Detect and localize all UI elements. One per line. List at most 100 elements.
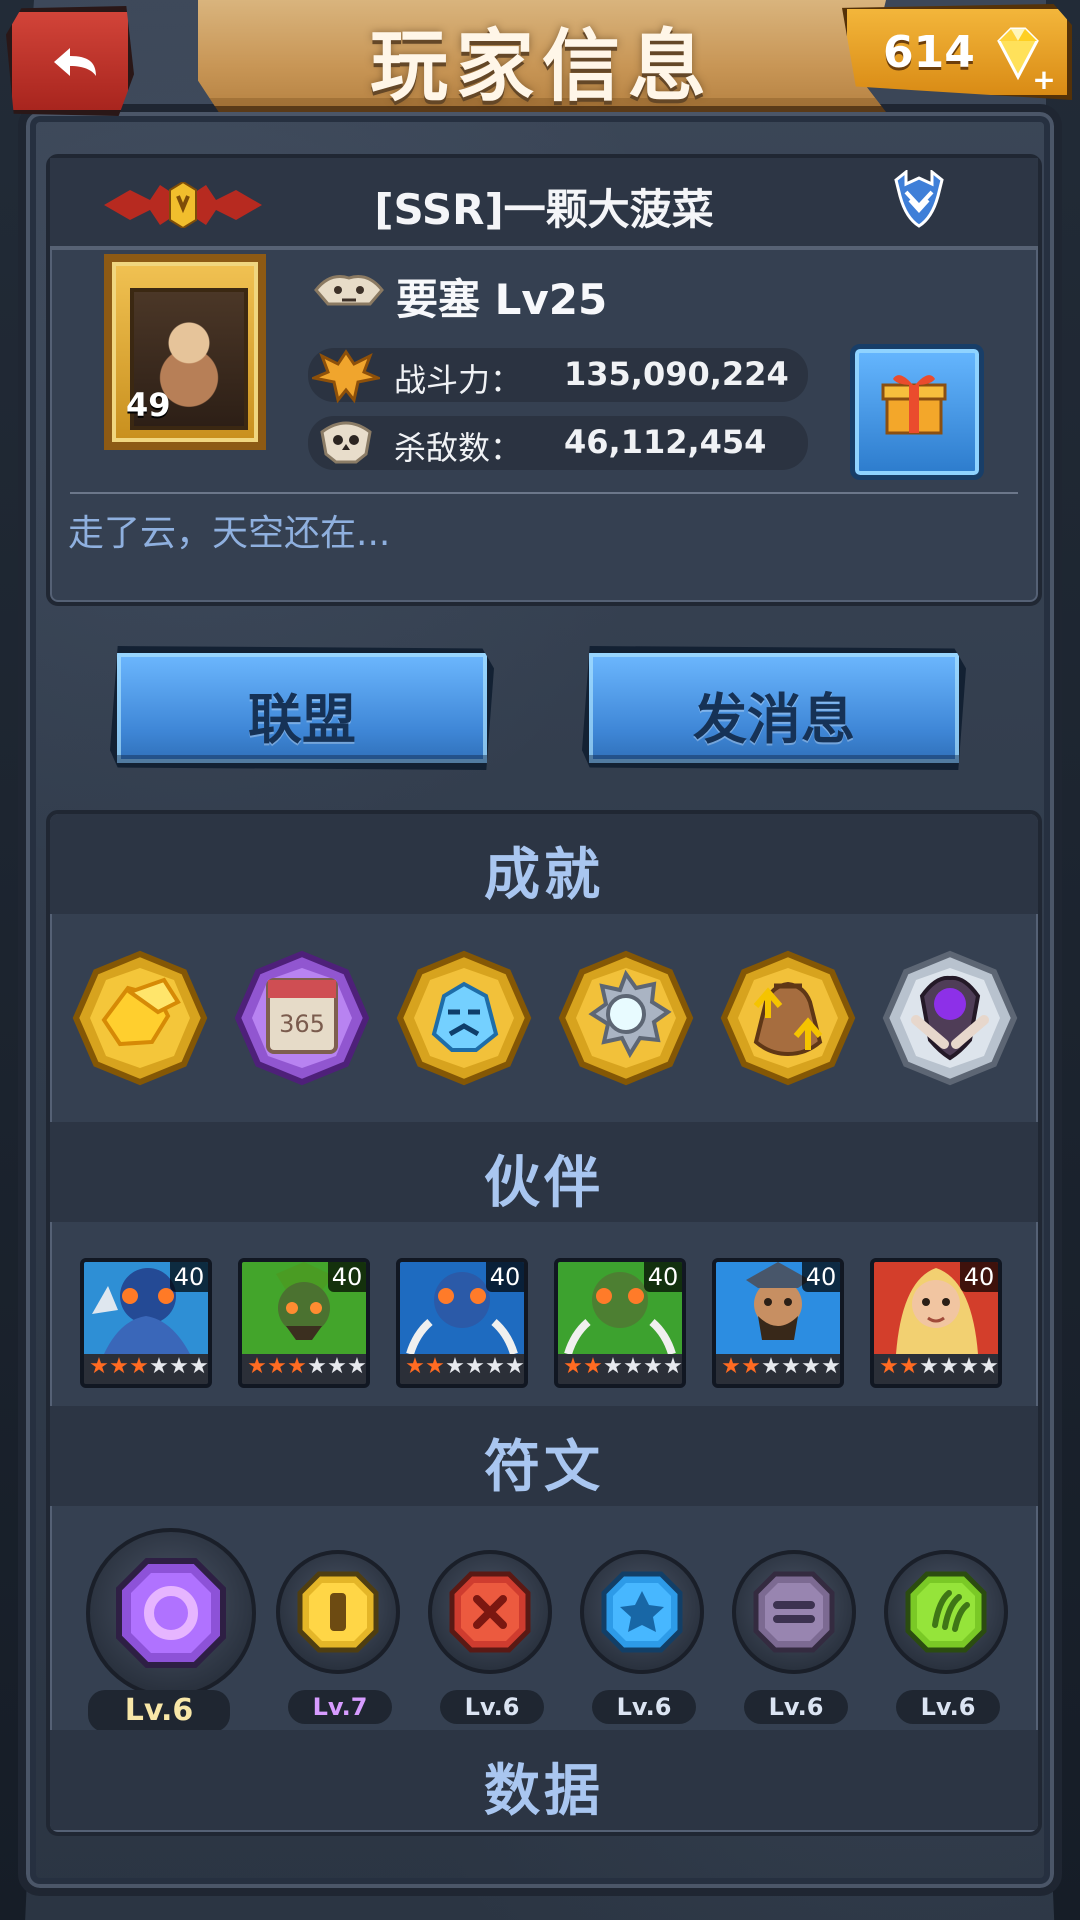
star-icon: ★	[761, 1354, 781, 1379]
ice-beast-achievement-icon[interactable]	[396, 950, 532, 1086]
partner-stars: ★ ★ ★ ★ ★ ★	[558, 1354, 682, 1384]
star-icon: ★	[879, 1354, 899, 1379]
star-icon: ★	[919, 1354, 939, 1379]
rune-slot-2[interactable]	[276, 1550, 400, 1674]
star-icon: ★	[445, 1354, 465, 1379]
rune-title: 符文	[484, 1435, 604, 1500]
partner-card-2[interactable]: 40 ★ ★ ★ ★ ★ ★	[238, 1258, 370, 1388]
star-icon: ★	[169, 1354, 189, 1379]
star-icon: ★	[781, 1354, 801, 1379]
star-icon: ★	[979, 1354, 999, 1379]
back-button[interactable]	[6, 6, 134, 116]
star-icon: ★	[307, 1354, 327, 1379]
rune-level-2: Lv.7	[288, 1690, 392, 1724]
rune-header: 符文	[50, 1406, 1038, 1506]
power-stat: 战斗力： 135,090,224	[308, 348, 808, 404]
data-header: 数据	[50, 1730, 1038, 1830]
power-value: 135,090,224	[564, 355, 789, 393]
star-icon: ★	[899, 1354, 919, 1379]
player-content-panel: 成就 365 伙伴 40 ★ ★ ★ ★ ★ ★ 40 ★ ★ ★ ★ ★ ★ …	[46, 810, 1042, 1836]
player-card: [SSR]一颗大菠菜 49 要塞 Lv25 战斗力： 135,090,224 杀…	[46, 154, 1042, 606]
kills-value: 46,112,454	[564, 423, 767, 461]
star-icon: ★	[959, 1354, 979, 1379]
green-claw-rune-icon	[905, 1571, 987, 1653]
plus-icon: +	[1032, 63, 1056, 96]
partner-card-5[interactable]: 40 ★ ★ ★ ★ ★ ★	[712, 1258, 844, 1388]
fort-level: 要塞 Lv25	[396, 275, 608, 324]
rune-slot-6[interactable]	[884, 1550, 1008, 1674]
star-icon: ★	[563, 1354, 583, 1379]
partner-stars: ★ ★ ★ ★ ★ ★	[400, 1354, 524, 1384]
partner-level: 40	[802, 1262, 840, 1292]
rune-level-5: Lv.6	[744, 1690, 848, 1724]
gem-counter[interactable]: 614 +	[842, 4, 1072, 100]
rune-level-1: Lv.6	[88, 1690, 230, 1732]
gem-count: 614	[883, 27, 975, 78]
rune-slot-5[interactable]	[732, 1550, 856, 1674]
skull-icon	[320, 421, 372, 464]
gold-ore-achievement-icon[interactable]	[72, 950, 208, 1086]
achievement-header: 成就	[50, 814, 1038, 914]
calendar-365-achievement-icon[interactable]: 365	[234, 950, 370, 1086]
star-icon: ★	[149, 1354, 169, 1379]
partner-stars: ★ ★ ★ ★ ★ ★	[874, 1354, 998, 1384]
star-icon: ★	[741, 1354, 761, 1379]
star-icon: ★	[109, 1354, 129, 1379]
rune-level-4: Lv.6	[592, 1690, 696, 1724]
rune-slot-4[interactable]	[580, 1550, 704, 1674]
phoenix-icon	[312, 349, 380, 404]
silver-gear-achievement-icon[interactable]	[558, 950, 694, 1086]
alliance-button-label: 联盟	[248, 688, 356, 751]
star-icon: ★	[603, 1354, 623, 1379]
partner-card-6[interactable]: 40 ★ ★ ★ ★ ★ ★	[870, 1258, 1002, 1388]
dark-shield-achievement-icon[interactable]	[882, 950, 1018, 1086]
partner-stars: ★ ★ ★ ★ ★ ★	[84, 1354, 208, 1384]
partner-card-1[interactable]: 40 ★ ★ ★ ★ ★ ★	[80, 1258, 212, 1388]
star-icon: ★	[801, 1354, 821, 1379]
star-icon: ★	[485, 1354, 505, 1379]
partner-level: 40	[644, 1262, 682, 1292]
svg-text:365: 365	[279, 1010, 325, 1038]
fort-icon	[314, 275, 384, 306]
rune-slot-1[interactable]	[86, 1528, 256, 1698]
back-arrow-icon	[54, 48, 96, 76]
partner-stars: ★ ★ ★ ★ ★ ★	[716, 1354, 840, 1384]
star-icon: ★	[347, 1354, 367, 1379]
player-motto: 走了云，天空还在...	[68, 513, 391, 554]
achievement-title: 成就	[484, 843, 604, 908]
star-icon: ★	[247, 1354, 267, 1379]
star-icon: ★	[189, 1354, 209, 1379]
partner-card-4[interactable]: 40 ★ ★ ★ ★ ★ ★	[554, 1258, 686, 1388]
partner-header: 伙伴	[50, 1122, 1038, 1222]
star-icon: ★	[623, 1354, 643, 1379]
money-bag-upgrade-achievement-icon[interactable]	[720, 950, 856, 1086]
star-icon: ★	[583, 1354, 603, 1379]
guild-badge-icon[interactable]	[888, 170, 950, 232]
kills-stat: 杀敌数： 46,112,454	[308, 416, 808, 470]
data-title: 数据	[484, 1759, 604, 1824]
kills-label: 杀敌数：	[394, 429, 523, 467]
star-icon: ★	[821, 1354, 841, 1379]
star-icon: ★	[89, 1354, 109, 1379]
star-icon: ★	[129, 1354, 149, 1379]
alliance-button[interactable]: 联盟	[110, 646, 494, 770]
title-banner: 玩家信息	[198, 0, 886, 112]
gift-button[interactable]	[850, 344, 984, 480]
star-icon: ★	[327, 1354, 347, 1379]
player-name-bar: [SSR]一颗大菠菜	[50, 158, 1038, 250]
message-button[interactable]: 发消息	[582, 646, 966, 770]
star-icon: ★	[267, 1354, 287, 1379]
partner-card-3[interactable]: 40 ★ ★ ★ ★ ★ ★	[396, 1258, 528, 1388]
gray-line-rune-icon	[753, 1571, 835, 1653]
partner-level: 40	[170, 1262, 208, 1292]
star-icon: ★	[721, 1354, 741, 1379]
rune-slot-3[interactable]	[428, 1550, 552, 1674]
purple-ring-rune-icon	[116, 1558, 226, 1668]
power-label: 战斗力：	[394, 361, 523, 399]
gift-icon	[881, 375, 947, 435]
partner-title: 伙伴	[484, 1151, 604, 1216]
star-icon: ★	[287, 1354, 307, 1379]
avatar-frame[interactable]: 49	[104, 254, 266, 450]
star-icon: ★	[663, 1354, 683, 1379]
star-icon: ★	[465, 1354, 485, 1379]
